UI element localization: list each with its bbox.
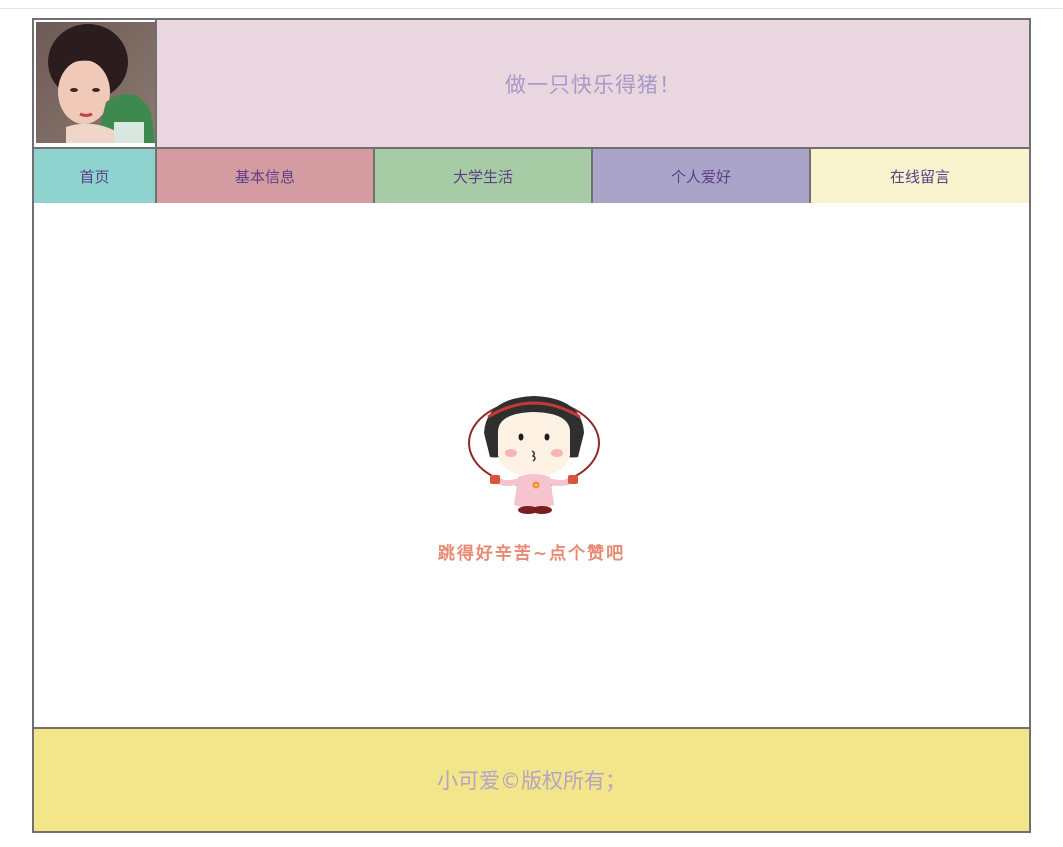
image-caption: 跳得好辛苦~点个赞吧 (437, 544, 626, 564)
main-content: 跳得好辛苦~点个赞吧 (34, 203, 1029, 727)
nav-bar: 首页 基本信息 大学生活 个人爱好 在线留言 (34, 147, 1029, 205)
header: 做一只快乐得猪！ (34, 20, 1029, 147)
nav-item-college-life[interactable]: 大学生活 (375, 149, 593, 203)
footer-copyright: 小可爱©版权所有； (34, 727, 1029, 831)
banner-title: 做一只快乐得猪！ (157, 20, 1029, 147)
avatar-photo (34, 20, 157, 147)
nav-item-hobbies[interactable]: 个人爱好 (593, 149, 811, 203)
nav-item-online-message[interactable]: 在线留言 (811, 149, 1029, 203)
nav-item-basic-info[interactable]: 基本信息 (157, 149, 375, 203)
portrait-image (36, 22, 155, 143)
jump-rope-girl-image (468, 396, 600, 514)
nav-item-home[interactable]: 首页 (34, 149, 157, 203)
browser-top-divider (0, 8, 1063, 9)
page-frame: 做一只快乐得猪！ 首页 基本信息 大学生活 个人爱好 在线留言 跳得好辛苦~点个… (32, 18, 1031, 833)
